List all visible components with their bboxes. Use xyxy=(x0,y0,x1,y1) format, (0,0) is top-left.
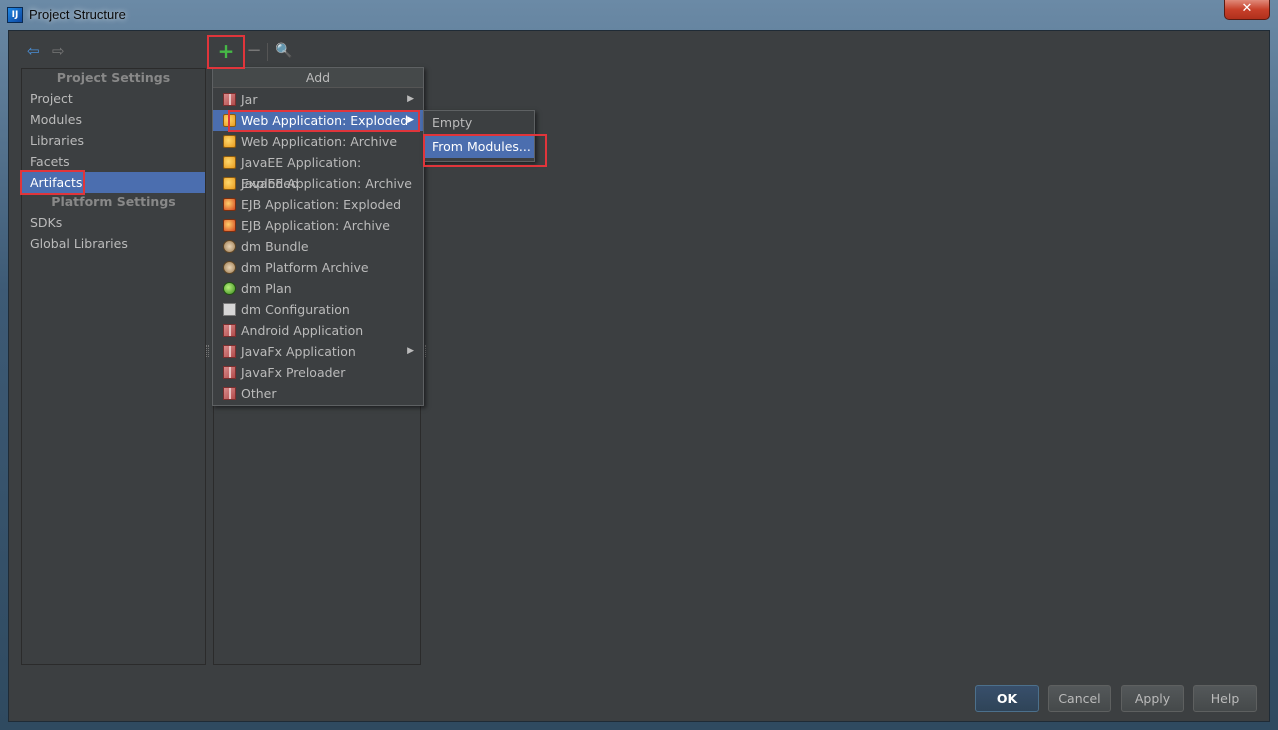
box-icon xyxy=(223,345,236,358)
menu-item-android-application[interactable]: Android Application xyxy=(213,320,423,341)
remove-artifact-button[interactable]: − xyxy=(244,41,264,61)
menu-item-label: JavaFx Preloader xyxy=(241,365,346,380)
web-app-icon xyxy=(223,114,236,127)
javaee-icon xyxy=(223,177,236,190)
apply-button[interactable]: Apply xyxy=(1121,685,1184,712)
help-button[interactable]: Help xyxy=(1193,685,1257,712)
ok-button[interactable]: OK xyxy=(975,685,1039,712)
splitter-grip-left[interactable] xyxy=(206,345,209,357)
dialog-content: ⇦ ⇨ + − 🔍 Project Settings Project Modul… xyxy=(8,30,1270,722)
menu-item-javaee-application-exploded[interactable]: JavaEE Application: Exploded xyxy=(213,152,423,191)
forward-arrow-icon[interactable]: ⇨ xyxy=(52,43,65,59)
menu-item-javafx-application[interactable]: JavaFx Application ▶ xyxy=(213,341,423,362)
submenu-arrow-icon: ▶ xyxy=(407,115,414,125)
menu-item-dm-configuration[interactable]: dm Configuration xyxy=(213,299,423,320)
javaee-icon xyxy=(223,156,236,169)
submenu-item-from-modules[interactable]: From Modules... xyxy=(424,136,534,158)
menu-item-label: Jar xyxy=(241,92,258,107)
dm-bundle-icon xyxy=(223,240,236,253)
document-icon xyxy=(223,303,236,316)
ejb-icon xyxy=(223,198,236,211)
menu-item-label: dm Configuration xyxy=(241,302,350,317)
box-icon xyxy=(223,93,236,106)
menu-item-dm-platform-archive[interactable]: dm Platform Archive xyxy=(213,257,423,278)
back-arrow-icon[interactable]: ⇦ xyxy=(27,43,40,59)
sidebar-item-modules[interactable]: Modules xyxy=(22,109,205,130)
menu-item-label: Web Application: Exploded xyxy=(241,113,409,128)
menu-item-label: JavaFx Application xyxy=(241,344,356,359)
window-title: Project Structure xyxy=(29,7,126,22)
window-close-button[interactable]: ✕ xyxy=(1224,0,1270,20)
menu-item-label: dm Bundle xyxy=(241,239,309,254)
submenu-arrow-icon: ▶ xyxy=(407,94,414,104)
add-menu-title: Add xyxy=(213,68,423,88)
ejb-icon xyxy=(223,219,236,232)
box-icon xyxy=(223,324,236,337)
add-artifact-menu: Add Jar ▶ Web Application: Exploded ▶ We… xyxy=(212,67,424,406)
submenu-arrow-icon: ▶ xyxy=(407,346,414,356)
web-application-submenu: Empty From Modules... xyxy=(423,110,535,162)
menu-item-web-application-exploded[interactable]: Web Application: Exploded ▶ xyxy=(213,110,423,131)
add-artifact-button[interactable]: + xyxy=(216,41,236,61)
settings-sidebar: Project Settings Project Modules Librari… xyxy=(21,68,206,665)
toolbar-separator xyxy=(267,43,268,61)
web-app-icon xyxy=(223,135,236,148)
menu-item-label: EJB Application: Archive xyxy=(241,218,390,233)
menu-item-dm-plan[interactable]: dm Plan xyxy=(213,278,423,299)
dm-archive-icon xyxy=(223,261,236,274)
sidebar-item-facets[interactable]: Facets xyxy=(22,151,205,172)
menu-item-label: JavaEE Application: Archive xyxy=(241,176,412,191)
submenu-item-empty[interactable]: Empty xyxy=(424,112,534,134)
box-icon xyxy=(223,387,236,400)
search-icon[interactable]: 🔍 xyxy=(274,41,294,61)
sidebar-item-artifacts[interactable]: Artifacts xyxy=(22,172,205,193)
globe-icon xyxy=(223,282,236,295)
window-frame: IJ Project Structure ✕ ⇦ ⇨ + − 🔍 Project… xyxy=(0,0,1278,730)
menu-item-label: EJB Application: Exploded xyxy=(241,197,402,212)
menu-item-label: Web Application: Archive xyxy=(241,134,398,149)
sidebar-item-global-libraries[interactable]: Global Libraries xyxy=(22,233,205,254)
menu-item-label: Android Application xyxy=(241,323,364,338)
cancel-button[interactable]: Cancel xyxy=(1048,685,1111,712)
sidebar-item-project[interactable]: Project xyxy=(22,88,205,109)
menu-item-other[interactable]: Other xyxy=(213,383,423,404)
project-settings-heading: Project Settings xyxy=(56,70,171,85)
box-icon xyxy=(223,366,236,379)
menu-item-ejb-application-exploded[interactable]: EJB Application: Exploded xyxy=(213,194,423,215)
intellij-app-icon: IJ xyxy=(7,7,23,23)
menu-item-javaee-application-archive[interactable]: JavaEE Application: Archive xyxy=(213,173,423,194)
sidebar-item-sdks[interactable]: SDKs xyxy=(22,212,205,233)
menu-item-label: Other xyxy=(241,386,277,401)
menu-item-dm-bundle[interactable]: dm Bundle xyxy=(213,236,423,257)
menu-item-label: dm Plan xyxy=(241,281,292,296)
title-bar[interactable]: IJ Project Structure ✕ xyxy=(0,0,1278,30)
menu-item-web-application-archive[interactable]: Web Application: Archive xyxy=(213,131,423,152)
menu-item-label: dm Platform Archive xyxy=(241,260,369,275)
menu-item-jar[interactable]: Jar ▶ xyxy=(213,89,423,110)
menu-item-javafx-preloader[interactable]: JavaFx Preloader xyxy=(213,362,423,383)
platform-settings-heading: Platform Settings xyxy=(51,194,176,209)
sidebar-item-libraries[interactable]: Libraries xyxy=(22,130,205,151)
menu-item-ejb-application-archive[interactable]: EJB Application: Archive xyxy=(213,215,423,236)
